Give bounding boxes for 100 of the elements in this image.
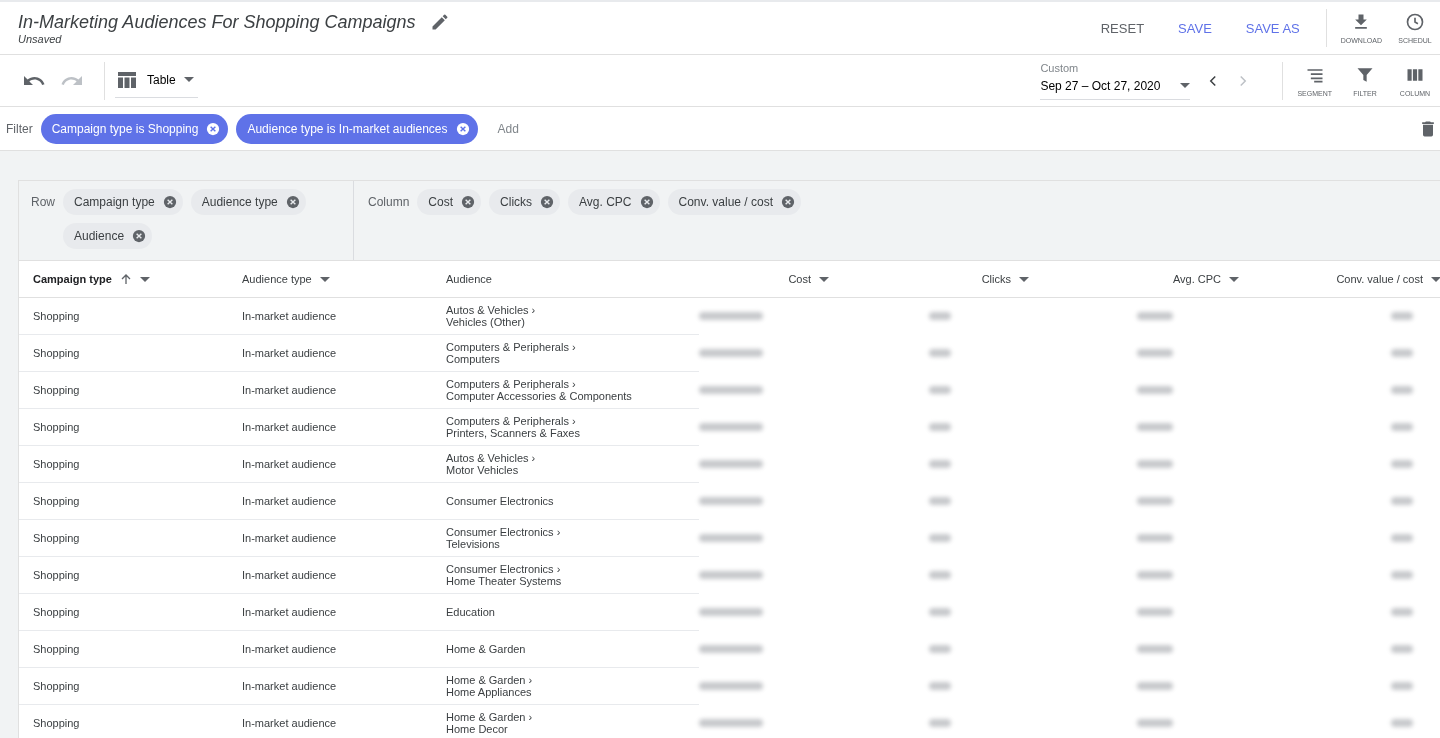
table-cell-text: Printers, Scanners & Faxes — [446, 427, 581, 439]
table-cell-text: Home Theater Systems — [446, 575, 563, 587]
action-button[interactable]: RESET — [1086, 14, 1159, 42]
table-cell-text: Computers & Peripherals › — [446, 415, 577, 427]
table-cell: In-market audience — [242, 458, 337, 470]
blurred-value — [929, 534, 951, 542]
table-cell-text: Consumer Electronics › — [446, 563, 562, 575]
table-cell: Shopping — [33, 606, 80, 618]
row-dimension-chip[interactable]: Audience — [63, 223, 153, 249]
dropdown-caret-icon[interactable] — [1180, 83, 1191, 88]
column-header[interactable]: Conv. value / cost — [1336, 273, 1440, 285]
table-cell: In-market audience — [242, 643, 337, 655]
blurred-value — [699, 682, 763, 690]
dropdown-caret-icon[interactable] — [183, 77, 194, 82]
remove-icon[interactable] — [285, 195, 300, 209]
table-cell-text: Home & Garden › — [446, 674, 534, 686]
date-range-dropdown[interactable]: Sep 27 – Oct 27, 2020 — [1040, 73, 1191, 100]
table-cell: Shopping — [33, 717, 80, 729]
column-metric-chip[interactable]: Cost — [417, 189, 482, 215]
blurred-value — [929, 608, 951, 616]
table-cell-text: Home Appliances — [446, 686, 533, 698]
blurred-value — [699, 645, 763, 653]
blurred-value — [1137, 312, 1173, 321]
date-label: Custom — [1040, 61, 1080, 74]
column-header[interactable]: Cost — [788, 273, 829, 285]
table-cell: Shopping — [33, 421, 80, 433]
table-cell-text: Home Decor — [446, 723, 509, 735]
dropdown-caret-icon[interactable] — [819, 276, 829, 282]
remove-icon[interactable] — [162, 195, 177, 209]
row-label: Row — [31, 194, 55, 209]
blurred-value — [929, 719, 951, 727]
remove-icon[interactable] — [461, 195, 476, 209]
column-metric-chip[interactable]: Clicks — [489, 189, 561, 215]
row-dimension-chip[interactable]: Campaign type — [63, 189, 183, 215]
remove-icon[interactable] — [781, 195, 795, 209]
remove-icon[interactable] — [639, 195, 654, 209]
table-cell: In-market audience — [242, 717, 337, 729]
column-header[interactable]: Avg. CPC — [1172, 273, 1239, 285]
blurred-value — [1391, 571, 1413, 579]
table-cell: Shopping — [33, 569, 80, 581]
table-cell-text: Computers & Peripherals › — [446, 341, 577, 353]
sort-arrow-icon[interactable] — [119, 273, 132, 285]
table-cell: Shopping — [33, 532, 80, 544]
blurred-value — [1391, 497, 1413, 505]
row-dimension-chip[interactable]: Audience type — [190, 189, 306, 215]
remove-icon[interactable] — [132, 229, 147, 243]
table-cell: In-market audience — [242, 384, 337, 396]
blurred-value — [929, 460, 951, 468]
blurred-value — [699, 571, 763, 579]
blurred-value — [1391, 312, 1413, 321]
table-cell-text: Computers — [446, 353, 501, 365]
table-cell: Shopping — [33, 458, 80, 470]
table-cell-text: Consumer Electronics › — [446, 526, 562, 538]
column-header[interactable]: Clicks — [981, 273, 1029, 285]
add-filter-button[interactable]: Add — [491, 120, 525, 137]
blurred-value — [699, 386, 763, 394]
filter-label: Filter — [6, 121, 33, 136]
blurred-value — [699, 719, 763, 727]
blurred-value — [929, 312, 951, 321]
dropdown-caret-icon[interactable] — [1229, 276, 1239, 282]
dropdown-caret-icon[interactable] — [1019, 276, 1029, 282]
blurred-value — [929, 423, 951, 431]
table-cell: In-market audience — [242, 606, 337, 618]
column-header[interactable]: Audience — [446, 273, 492, 285]
remove-icon[interactable] — [540, 195, 555, 209]
table-cell: Shopping — [33, 384, 80, 396]
table-cell-text: Home & Garden — [446, 643, 527, 655]
blurred-value — [1137, 719, 1173, 727]
remove-icon[interactable] — [455, 121, 470, 136]
dropdown-caret-icon[interactable] — [139, 276, 150, 282]
action-button[interactable]: SAVE AS — [1231, 14, 1314, 42]
blurred-value — [1391, 719, 1413, 727]
table-cell: Shopping — [33, 310, 80, 322]
filter-chip[interactable]: Audience type is In-market audiences — [236, 113, 478, 144]
blurred-value — [699, 534, 763, 542]
table-cell-text: Computers & Peripherals › — [446, 378, 577, 390]
view-dropdown[interactable]: Table — [115, 63, 198, 98]
table-cell-text: Computer Accessories & Components — [446, 390, 633, 402]
table-cell: In-market audience — [242, 495, 337, 507]
table-cell-text: Autos & Vehicles › — [446, 452, 537, 464]
blurred-value — [929, 645, 951, 653]
table-cell-text: Home & Garden › — [446, 711, 534, 723]
action-button[interactable]: SAVE — [1164, 14, 1226, 42]
filter-chip[interactable]: Campaign type is Shopping — [40, 113, 229, 144]
table-cell-text: Education — [446, 606, 496, 618]
blurred-value — [1391, 460, 1413, 468]
column-header[interactable]: Campaign type — [33, 273, 150, 285]
table-cell-text: Televisions — [446, 538, 501, 550]
blurred-value — [929, 349, 951, 357]
remove-icon[interactable] — [206, 121, 221, 136]
column-header[interactable]: Audience type — [242, 273, 330, 285]
dropdown-caret-icon[interactable] — [1431, 276, 1440, 282]
table-cell: In-market audience — [242, 347, 337, 359]
column-metric-chip[interactable]: Avg. CPC — [568, 189, 660, 215]
dropdown-caret-icon[interactable] — [319, 276, 330, 282]
column-metric-chip[interactable]: Conv. value / cost — [667, 189, 801, 215]
blurred-value — [929, 571, 951, 579]
blurred-value — [1137, 682, 1173, 690]
blurred-value — [1391, 386, 1413, 394]
blurred-value — [1137, 460, 1173, 468]
